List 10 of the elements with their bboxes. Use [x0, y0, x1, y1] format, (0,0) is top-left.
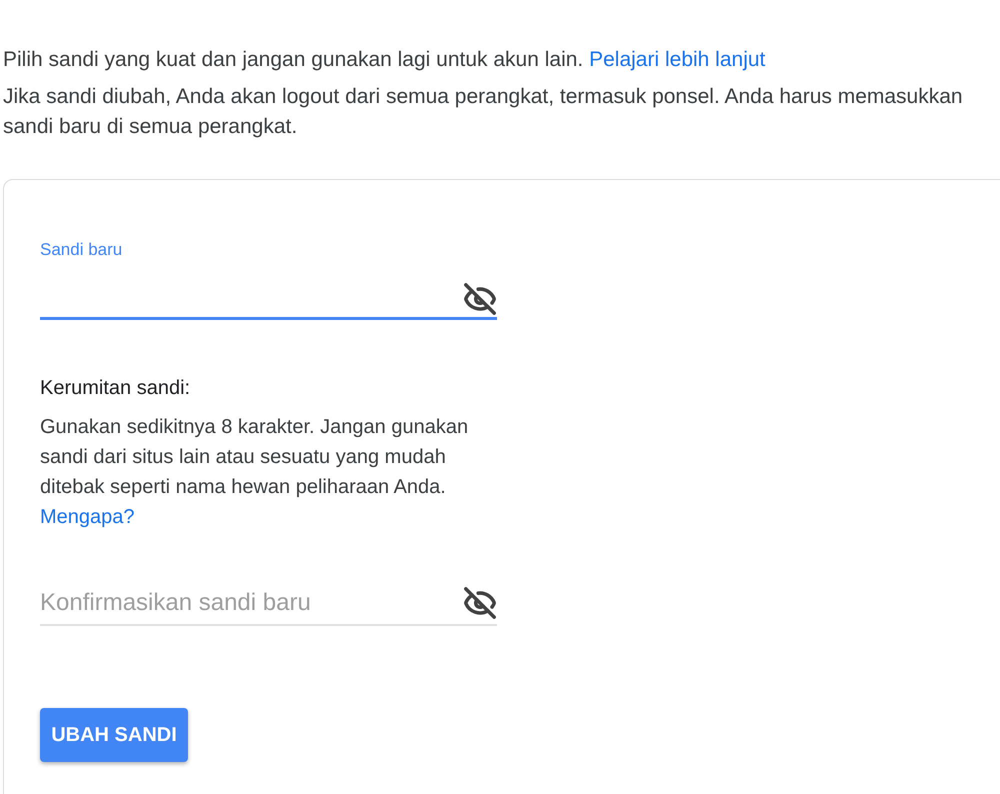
hide-password-icon[interactable] — [463, 586, 497, 620]
strength-hint: Gunakan sedikitnya 8 karakter. Jangan gunakan sandi dari situs lain atau sesuatu yang mudah ditebak seperti nama hewan peliharaan Anda. Mengapa? — [40, 415, 470, 530]
change-password-button[interactable]: UBAH SANDI — [40, 708, 188, 762]
intro-text: Pilih sandi yang kuat dan jangan gunakan lagi untuk akun lain. Pelajari lebih lanjut — [3, 47, 766, 73]
strength-title: Kerumitan sandi: — [40, 376, 192, 400]
field-label: Sandi baru — [40, 240, 124, 260]
logout-notice: Jika sandi diubah, Anda akan logout dari semua perangkat, termasuk ponsel. Anda harus memasukkan sandi baru di semua perangkat. — [3, 84, 964, 140]
why-link[interactable]: Mengapa? — [40, 506, 135, 528]
learn-more-link[interactable]: Pelajari lebih lanjut — [589, 48, 766, 71]
hide-password-icon[interactable] — [463, 282, 497, 316]
